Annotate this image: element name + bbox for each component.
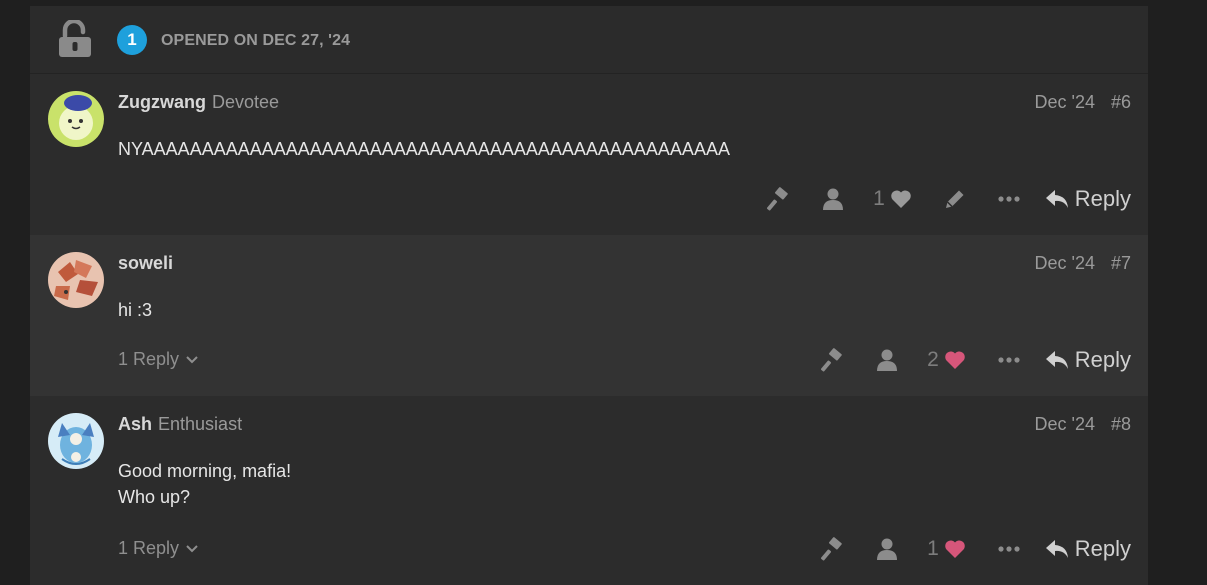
post-meta: Dec '24 #6 (1035, 92, 1132, 113)
show-replies-button[interactable]: 1 Reply (118, 349, 199, 370)
post-7: soweli Dec '24 #7 hi :3 1 Reply 2 Reply (30, 235, 1148, 396)
chevron-down-icon (186, 355, 198, 363)
replies-count-label: 1 Reply (118, 349, 180, 369)
avatar[interactable] (48, 413, 104, 469)
like-button[interactable]: 2 (927, 348, 967, 372)
user-info-button[interactable] (821, 187, 845, 211)
hammer-icon (767, 187, 788, 211)
more-button[interactable] (997, 348, 1021, 372)
admin-hammer-button[interactable] (767, 187, 791, 211)
user-info-button[interactable] (875, 348, 899, 372)
more-button[interactable] (997, 187, 1021, 211)
reply-button[interactable]: Reply (1045, 186, 1131, 212)
hammer-icon (821, 537, 842, 561)
post-body-line: hi :3 (118, 300, 153, 320)
post-date[interactable]: Dec '24 (1035, 253, 1095, 273)
heart-icon (944, 540, 965, 558)
edit-button[interactable] (943, 187, 967, 211)
post-body-line: NYAAAAAAAAAAAAAAAAAAAAAAAAAAAAAAAAAAAAAA… (118, 139, 730, 159)
username[interactable]: Ash (118, 414, 152, 434)
avatar[interactable] (48, 91, 104, 147)
post-controls: 1 Reply (767, 184, 1131, 214)
reply-label: Reply (1074, 536, 1131, 561)
post-date[interactable]: Dec '24 (1035, 414, 1095, 434)
post-author: Ash Enthusiast (118, 414, 242, 435)
ellipsis-icon (998, 196, 1020, 202)
ellipsis-icon (998, 546, 1020, 552)
ellipsis-icon (998, 357, 1020, 363)
unlock-icon (59, 20, 91, 57)
avatar[interactable] (48, 252, 104, 308)
badge-number: 1 (117, 25, 147, 55)
user-info-button[interactable] (875, 537, 899, 561)
heart-icon (944, 351, 965, 369)
post-number[interactable]: #7 (1111, 253, 1131, 273)
timeline-event-opened: 1 OPENED ON DEC 27, '24 (30, 6, 1148, 74)
more-button[interactable] (997, 537, 1021, 561)
post-8: Ash Enthusiast Dec '24 #8 Good morning, ma… (30, 396, 1148, 585)
reply-button[interactable]: Reply (1045, 347, 1131, 373)
reply-button[interactable]: Reply (1045, 536, 1131, 562)
post-number[interactable]: #6 (1111, 92, 1131, 112)
post-author: soweli (118, 253, 173, 274)
post-6: Zugzwang Devotee Dec '24 #6 NYAAAAAAAAAAAA… (30, 74, 1148, 235)
user-icon (823, 188, 844, 210)
post-body-line: Who up? (118, 487, 191, 507)
post-controls: 1 Reply (821, 534, 1131, 564)
user-title: Enthusiast (158, 414, 243, 434)
admin-hammer-button[interactable] (821, 537, 845, 561)
pencil-icon (945, 190, 964, 208)
post-body: Good morning, mafia! Who up? (118, 458, 291, 510)
like-count: 1 (927, 537, 939, 560)
chevron-down-icon (186, 544, 198, 552)
user-icon (877, 349, 898, 371)
reply-icon (1045, 351, 1068, 369)
reply-label: Reply (1074, 347, 1131, 372)
reply-icon (1045, 540, 1068, 558)
username[interactable]: Zugzwang (118, 92, 206, 112)
topic-stream: 1 OPENED ON DEC 27, '24 Zugzwang Devotee … (30, 6, 1148, 585)
admin-hammer-button[interactable] (821, 348, 845, 372)
like-count: 1 (873, 187, 885, 210)
like-button[interactable]: 1 (927, 537, 967, 561)
post-number[interactable]: #8 (1111, 414, 1131, 434)
post-meta: Dec '24 #7 (1035, 253, 1132, 274)
like-button[interactable]: 1 (873, 187, 913, 211)
show-replies-button[interactable]: 1 Reply (118, 538, 199, 559)
post-body: NYAAAAAAAAAAAAAAAAAAAAAAAAAAAAAAAAAAAAAA… (118, 136, 730, 162)
post-meta: Dec '24 #8 (1035, 414, 1132, 435)
post-body: hi :3 (118, 297, 152, 323)
hammer-icon (821, 348, 842, 372)
post-date[interactable]: Dec '24 (1035, 92, 1095, 112)
replies-count-label: 1 Reply (118, 538, 180, 558)
heart-icon (890, 190, 911, 208)
reply-label: Reply (1074, 186, 1131, 211)
post-author: Zugzwang Devotee (118, 92, 279, 113)
user-title: Devotee (212, 92, 280, 112)
reply-icon (1045, 190, 1068, 208)
post-body-line: Good morning, mafia! (118, 461, 292, 481)
username[interactable]: soweli (118, 253, 173, 273)
user-icon (877, 538, 898, 560)
like-count: 2 (927, 348, 939, 371)
post-controls: 2 Reply (821, 345, 1131, 375)
timeline-event-text: OPENED ON DEC 27, '24 (161, 32, 351, 49)
